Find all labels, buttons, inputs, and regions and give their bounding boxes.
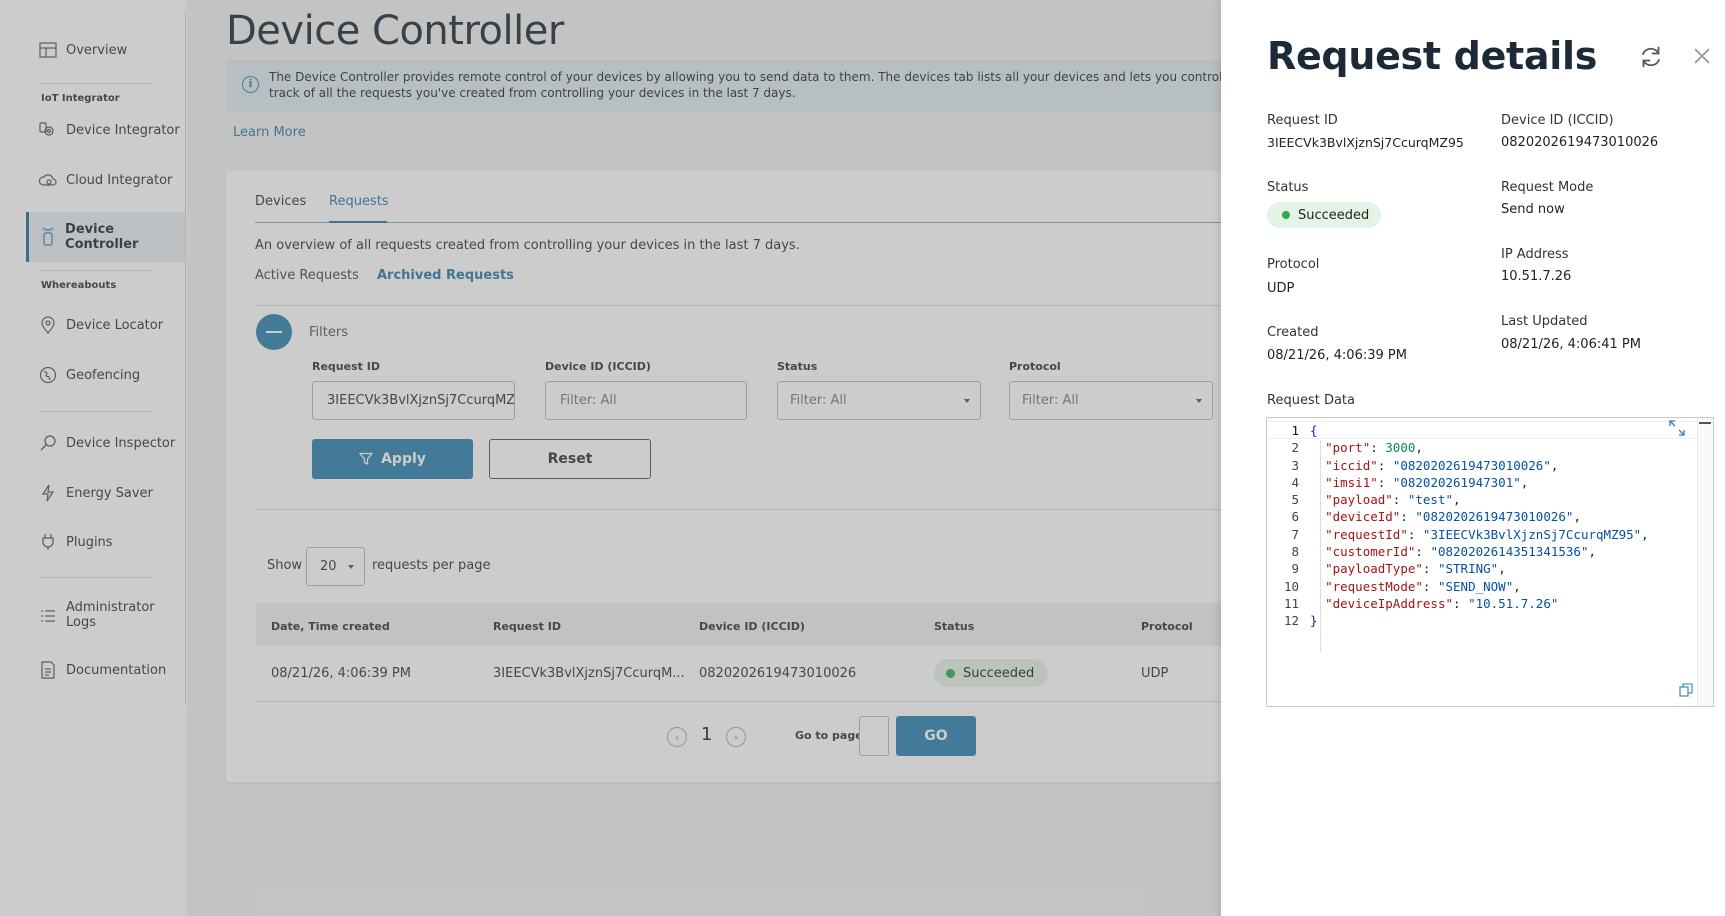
code-line: "payloadType": "STRING", xyxy=(1325,561,1506,577)
close-icon[interactable] xyxy=(1692,46,1712,66)
ip-address-value: 10.51.7.26 xyxy=(1501,269,1572,284)
code-value: "082020261947301" xyxy=(1392,474,1521,490)
line-numbers: 1 2 3 4 5 6 7 8 9 10 11 12 xyxy=(1267,422,1307,630)
line-number: 6 xyxy=(1291,509,1299,525)
created-label: Created xyxy=(1267,325,1319,340)
code-value: "3IEECVk3BvlXjznSj7CcurqMZ95" xyxy=(1422,526,1642,542)
last-updated-value: 08/21/26, 4:06:41 PM xyxy=(1501,337,1641,352)
line-number: 11 xyxy=(1283,595,1299,611)
line-number: 1 xyxy=(1291,423,1299,438)
code-value: 3000 xyxy=(1385,440,1416,456)
modal-overlay[interactable] xyxy=(0,0,1221,916)
code-key: "requestMode" xyxy=(1325,578,1423,594)
code-line: "payload": "test", xyxy=(1325,492,1461,508)
expand-icon[interactable] xyxy=(1668,419,1686,437)
request-mode-label: Request Mode xyxy=(1501,180,1594,195)
drawer-title: Request details xyxy=(1267,34,1598,78)
code-line: "imsi1": "082020261947301", xyxy=(1325,474,1529,490)
line-number: 3 xyxy=(1291,457,1299,473)
code-line: "requestId": "3IEECVk3BvlXjznSj7CcurqMZ9… xyxy=(1325,526,1649,542)
line-number: 12 xyxy=(1283,613,1299,629)
code-key: "deviceIpAddress" xyxy=(1325,595,1453,611)
status-label: Status xyxy=(1267,180,1309,195)
code-content: { "port": 3000, "iccid": "08202026194730… xyxy=(1310,422,1693,630)
code-key: "deviceId" xyxy=(1325,509,1401,525)
device-id-label: Device ID (ICCID) xyxy=(1501,113,1614,128)
status-dot-icon xyxy=(1282,211,1290,219)
code-key: "port" xyxy=(1325,440,1371,456)
protocol-value: UDP xyxy=(1267,281,1295,296)
code-line: } xyxy=(1310,613,1318,629)
code-value: "0820202614351341536" xyxy=(1430,544,1589,560)
code-line: "iccid": "0820202619473010026", xyxy=(1325,457,1559,473)
line-number: 5 xyxy=(1291,492,1299,508)
code-key: "payload" xyxy=(1325,492,1393,508)
code-value: "10.51.7.26" xyxy=(1468,595,1559,611)
device-id-value: 0820202619473010026 xyxy=(1501,135,1659,150)
code-key: "iccid" xyxy=(1325,457,1378,473)
code-key: "customerId" xyxy=(1325,544,1416,560)
last-updated-label: Last Updated xyxy=(1501,314,1588,329)
refresh-icon[interactable] xyxy=(1638,44,1664,70)
status-badge: Succeeded xyxy=(1267,202,1382,228)
line-number: 10 xyxy=(1283,578,1299,594)
scroll-marker xyxy=(1699,422,1711,424)
code-value: "test" xyxy=(1407,492,1454,508)
request-id-label: Request ID xyxy=(1267,113,1338,128)
editor-scrollbar[interactable] xyxy=(1697,418,1713,706)
code-line: { xyxy=(1310,423,1318,438)
created-value: 08/21/26, 4:06:39 PM xyxy=(1267,348,1407,363)
code-line: "deviceIpAddress": "10.51.7.26" xyxy=(1325,595,1559,611)
code-value: "0820202619473010026" xyxy=(1392,457,1551,473)
status-text: Succeeded xyxy=(1298,207,1370,223)
request-data-editor[interactable]: 1 2 3 4 5 6 7 8 9 10 11 12 { "port": 300… xyxy=(1266,417,1714,707)
protocol-label: Protocol xyxy=(1267,257,1320,272)
request-mode-value: Send now xyxy=(1501,202,1565,217)
line-number: 9 xyxy=(1291,561,1299,577)
code-value: "STRING" xyxy=(1437,561,1499,577)
line-number: 2 xyxy=(1291,440,1299,456)
code-key: "requestId" xyxy=(1325,526,1408,542)
line-number: 8 xyxy=(1291,544,1299,560)
code-key: "imsi1" xyxy=(1325,474,1378,490)
code-line: "requestMode": "SEND_NOW", xyxy=(1325,578,1521,594)
request-data-label: Request Data xyxy=(1267,393,1355,408)
request-id-value: 3IEECVk3BvlXjznSj7CcurqMZ95 xyxy=(1267,135,1464,150)
code-line: "customerId": "0820202614351341536", xyxy=(1325,544,1597,560)
code-value: "SEND_NOW" xyxy=(1437,578,1514,594)
code-value: "0820202619473010026" xyxy=(1415,509,1574,525)
copy-icon[interactable] xyxy=(1679,683,1693,697)
code-line: "port": 3000, xyxy=(1325,440,1423,456)
code-key: "payloadType" xyxy=(1325,561,1423,577)
ip-address-label: IP Address xyxy=(1501,247,1569,262)
line-number: 4 xyxy=(1291,474,1299,490)
line-number: 7 xyxy=(1291,526,1299,542)
code-line: "deviceId": "0820202619473010026", xyxy=(1325,509,1581,525)
